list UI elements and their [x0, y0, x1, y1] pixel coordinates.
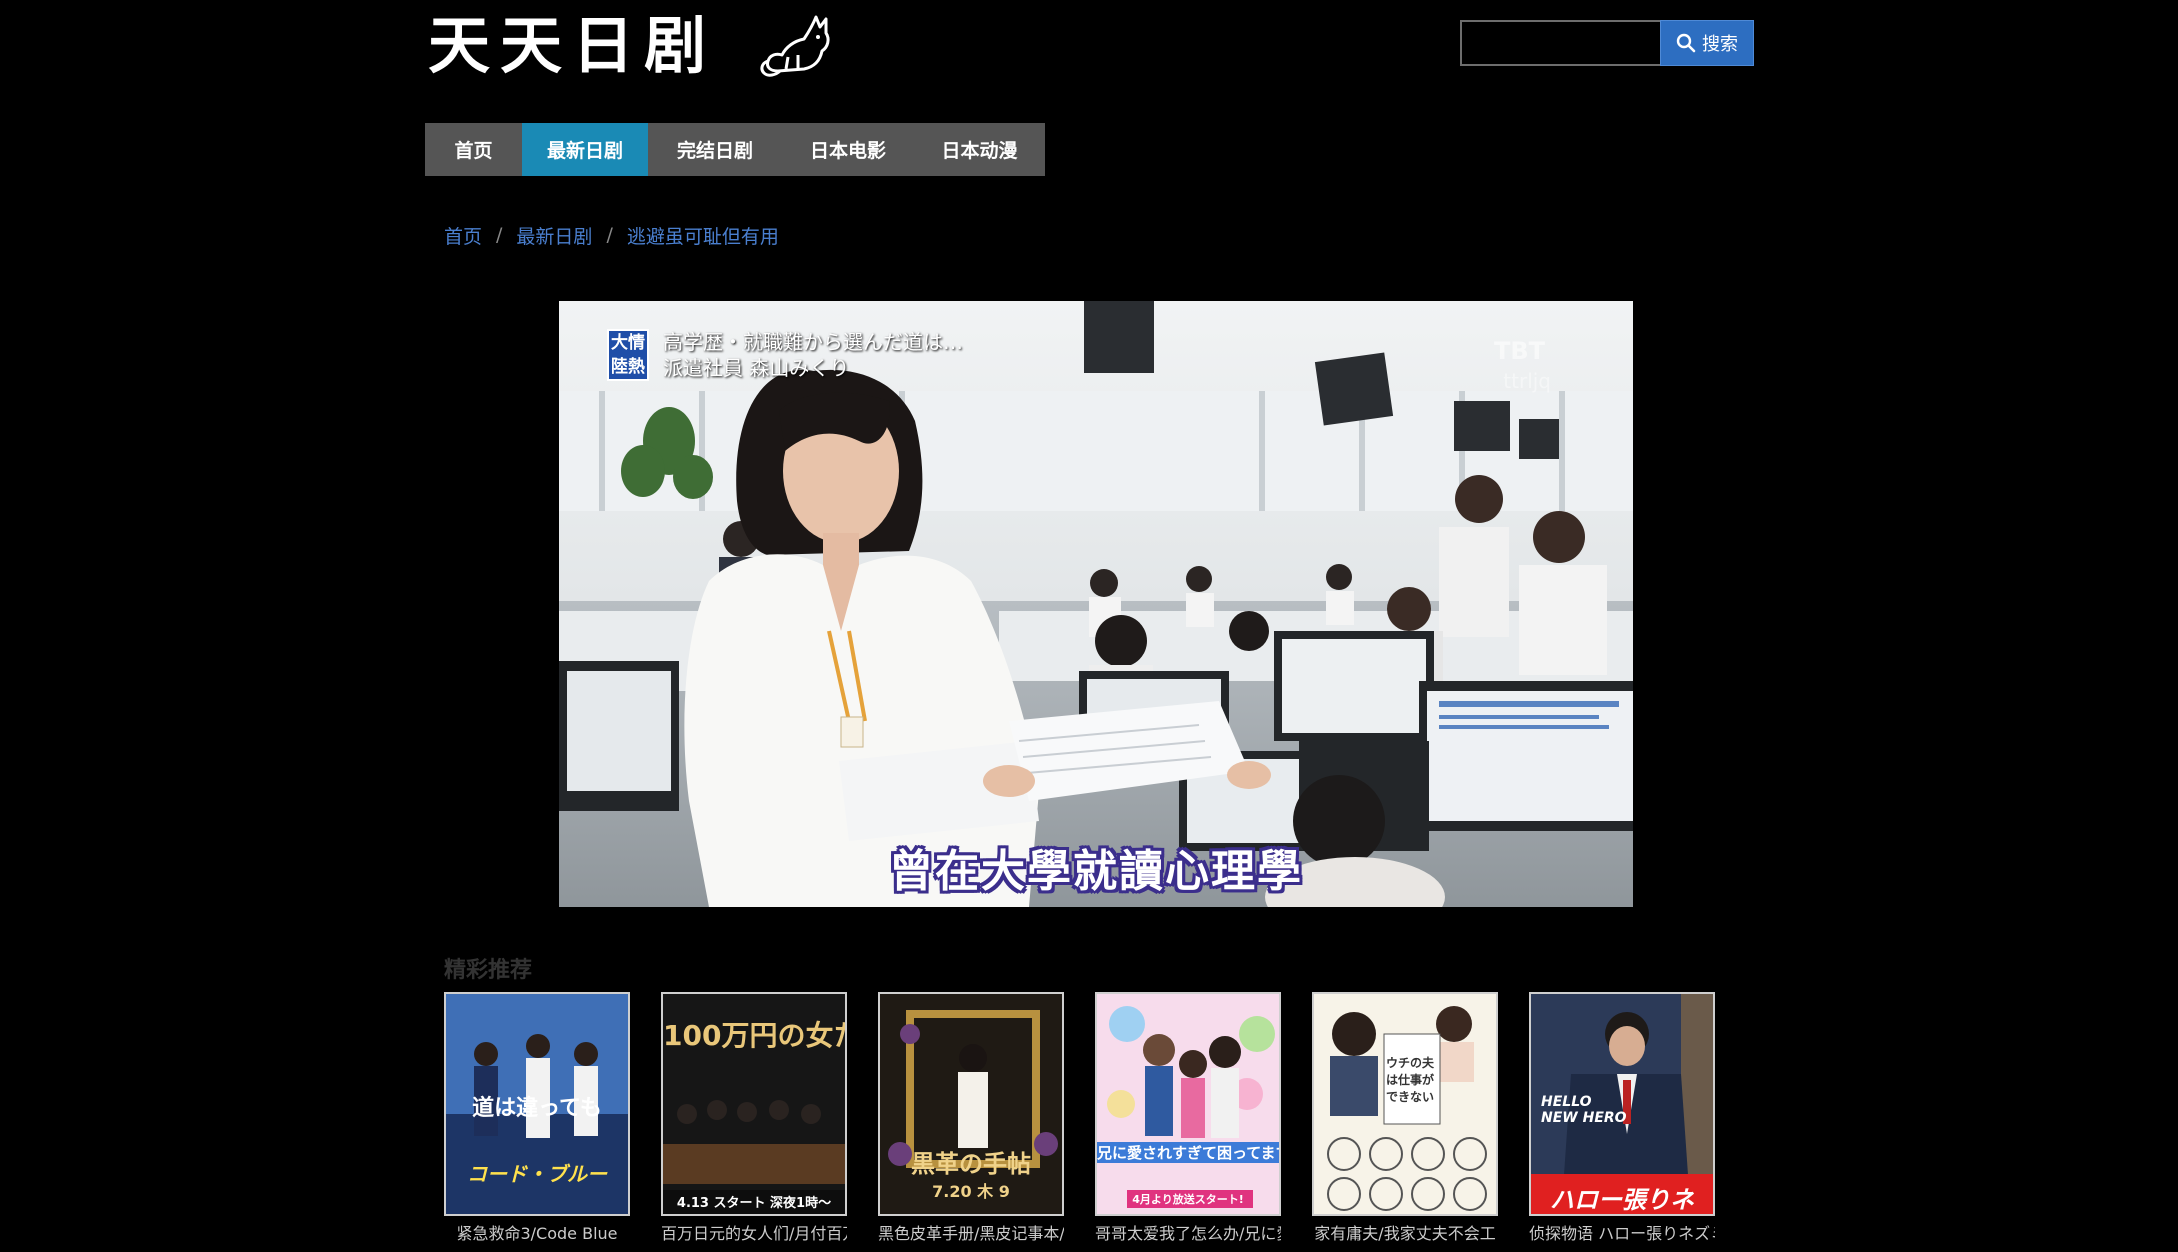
channel-watermark: TBT — [1493, 337, 1545, 365]
recommend-label[interactable]: 哥哥太爱我了怎么办/兄に愛 — [1095, 1220, 1281, 1244]
poster-art — [1314, 994, 1496, 1214]
recommend-label[interactable]: 侦探物语 ハロー張りネズミ — [1529, 1220, 1715, 1244]
search-box: 搜索 — [1460, 20, 1754, 66]
recommend-grid: 道は違っても コード・ブルー 紧急救命3/Code Blue 100万円の女たち… — [444, 992, 1724, 1244]
cat-logo-icon — [760, 15, 830, 77]
breadcrumb-current-drama[interactable]: 逃避虽可耻但有用 — [627, 222, 779, 249]
poster-title: HELLO NEW HERO — [1541, 1094, 1627, 1126]
recommend-item[interactable]: ウチの夫は仕事ができない 家有庸夫/我家丈夫不会工 — [1312, 992, 1498, 1244]
search-input[interactable] — [1460, 20, 1660, 66]
recommend-item[interactable]: 道は違っても コード・ブルー 紧急救命3/Code Blue — [444, 992, 630, 1244]
poster-subtitle: コード・ブルー — [467, 1162, 607, 1186]
recommend-label[interactable]: 黑色皮革手册/黑皮记事本/ — [878, 1220, 1064, 1244]
poster-image: HELLO NEW HERO ハロー張りネ — [1529, 992, 1715, 1216]
recommend-item[interactable]: 兄に愛されすぎて困ってます 4月より放送スタート! 哥哥太爱我了怎么办/兄に愛 — [1095, 992, 1281, 1244]
video-frame — [559, 301, 1633, 907]
nav-item-japanese-anime[interactable]: 日本动漫 — [914, 123, 1045, 176]
poster-image: 100万円の女たち 4.13 スタート 深夜1時〜 — [661, 992, 847, 1216]
recommend-label[interactable]: 紧急救命3/Code Blue — [444, 1220, 630, 1244]
poster-subtitle: ハロー張りネ — [1550, 1186, 1694, 1214]
recommend-item[interactable]: HELLO NEW HERO ハロー張りネ 侦探物语 ハロー張りネズミ — [1529, 992, 1715, 1244]
nav-item-finished-dramas[interactable]: 完结日剧 — [648, 123, 782, 176]
video-player[interactable]: 大情陸熱 高学歴・就職難から選んだ道は… 派遣社員 森山みくり TBT ttrl… — [559, 301, 1633, 907]
recommend-label[interactable]: 家有庸夫/我家丈夫不会工 — [1312, 1220, 1498, 1244]
breadcrumb-separator: / — [496, 224, 503, 246]
search-icon — [1676, 33, 1696, 53]
poster-title: 兄に愛されすぎて困ってます — [1097, 1142, 1281, 1163]
poster-image: 道は違っても コード・ブルー — [444, 992, 630, 1216]
poster-title: 黒革の手帖 — [911, 1150, 1031, 1178]
caption-line-2: 派遣社員 森山みくり — [663, 356, 850, 380]
page: 天天日剧 搜索 首页 最新日剧 完结日剧 日本电影 日本动漫 首页 / 最新日剧… — [0, 0, 2178, 1252]
nav-item-latest-dramas[interactable]: 最新日剧 — [522, 123, 648, 176]
breadcrumb-home[interactable]: 首页 — [444, 222, 482, 249]
poster-subtitle: 4.13 スタート 深夜1時〜 — [676, 1196, 832, 1211]
channel-watermark-sub: ttrljq — [1503, 369, 1551, 393]
logo-text: 天天日剧 — [428, 9, 717, 82]
breadcrumb-separator: / — [606, 224, 613, 246]
caption-badge: 大情陸熱 — [607, 329, 649, 381]
recommend-item[interactable]: 黒革の手帖 7.20 木 9 黑色皮革手册/黑皮记事本/ — [878, 992, 1064, 1244]
breadcrumb: 首页 / 最新日剧 / 逃避虽可耻但有用 — [444, 222, 779, 248]
nav-item-home[interactable]: 首页 — [425, 123, 522, 176]
caption-lines: 高学歴・就職難から選んだ道は… 派遣社員 森山みくり — [663, 329, 963, 381]
poster-subtitle: 4月より放送スタート! — [1132, 1193, 1244, 1206]
poster-image: ウチの夫は仕事ができない — [1312, 992, 1498, 1216]
recommend-title: 精彩推荐 — [444, 958, 533, 983]
poster-title: 道は違っても — [472, 1096, 602, 1121]
video-subtitle: 曾在大學就讀心理學 — [889, 846, 1303, 897]
poster-image: 黒革の手帖 7.20 木 9 — [878, 992, 1064, 1216]
nav-item-japanese-movies[interactable]: 日本电影 — [782, 123, 914, 176]
site-logo[interactable]: 天天日剧 — [428, 8, 878, 84]
caption-line-1: 高学歴・就職難から選んだ道は… — [663, 330, 963, 354]
poster-image: 兄に愛されすぎて困ってます 4月より放送スタート! — [1095, 992, 1281, 1216]
recommend-item[interactable]: 100万円の女たち 4.13 スタート 深夜1時〜 百万日元的女人们/月付百万 — [661, 992, 847, 1244]
search-button[interactable]: 搜索 — [1660, 20, 1754, 66]
poster-subtitle: 7.20 木 9 — [932, 1182, 1010, 1201]
main-nav: 首页 最新日剧 完结日剧 日本电影 日本动漫 — [425, 123, 1045, 176]
search-button-label: 搜索 — [1702, 34, 1738, 55]
recommend-label[interactable]: 百万日元的女人们/月付百万 — [661, 1220, 847, 1244]
breadcrumb-latest-dramas[interactable]: 最新日剧 — [516, 222, 592, 249]
poster-title: 100万円の女たち — [663, 1019, 845, 1052]
poster-art — [1097, 994, 1279, 1214]
poster-title: ウチの夫は仕事ができない — [1385, 1056, 1434, 1104]
